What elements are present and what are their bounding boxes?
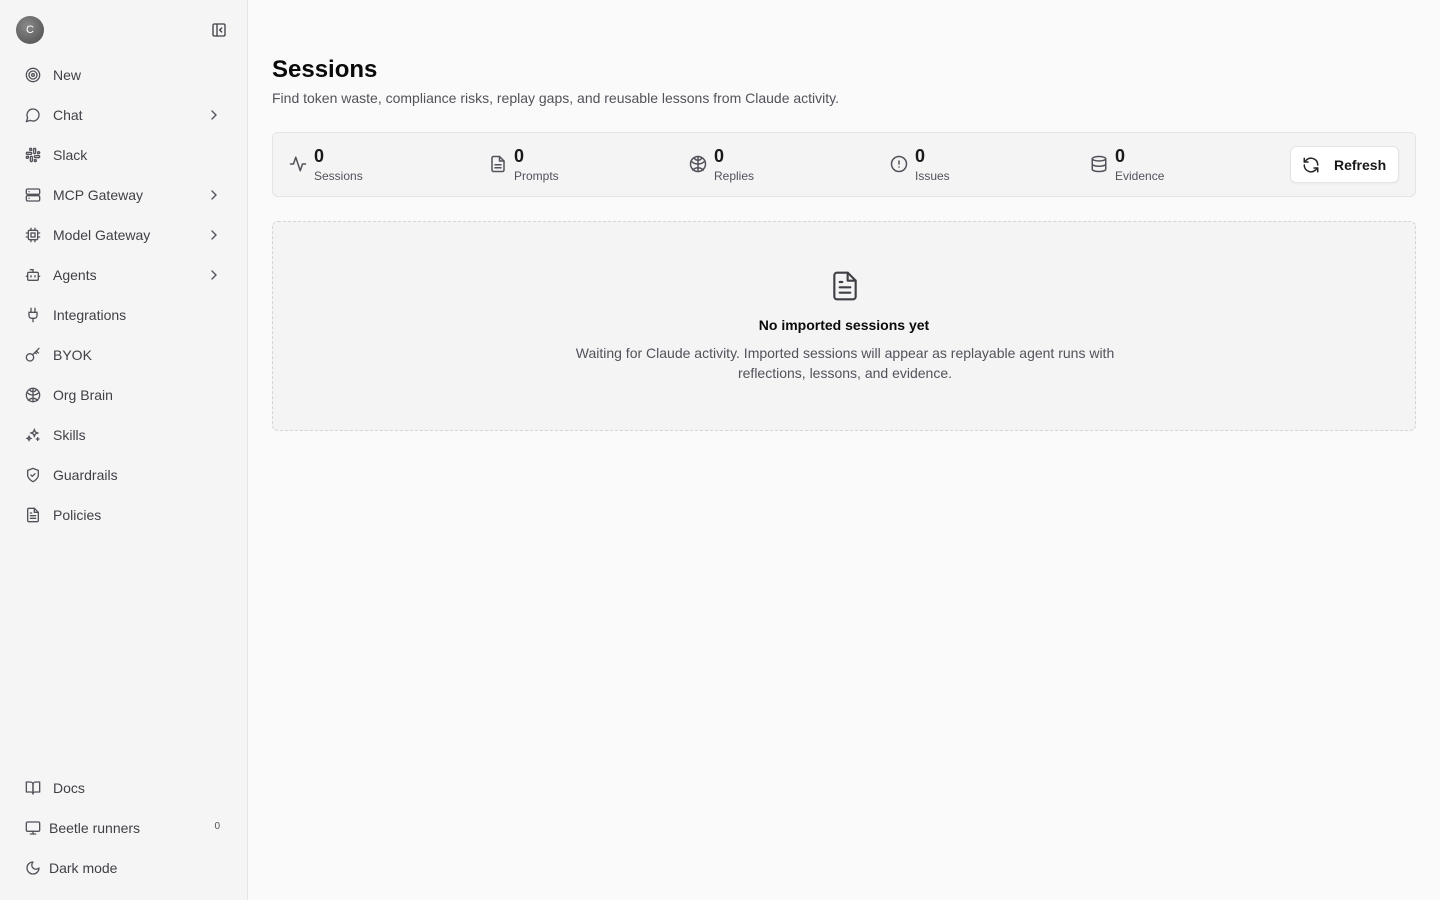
sidebar-item-label: Chat: [53, 107, 83, 123]
sidebar-item-label: Agents: [53, 267, 97, 283]
refresh-label: Refresh: [1334, 156, 1387, 173]
cpu-icon: [24, 226, 42, 244]
refresh-button[interactable]: Refresh: [1290, 146, 1399, 183]
sidebar-item-slack[interactable]: Slack: [8, 135, 240, 175]
stats-bar: 0 Sessions 0 Prompts 0 Replies 0 Issues …: [272, 132, 1416, 197]
empty-state: No imported sessions yet Waiting for Cla…: [272, 221, 1416, 431]
stat-value: 0: [514, 146, 525, 166]
brain-icon: [689, 155, 707, 173]
server-icon: [24, 186, 42, 204]
moon-icon: [24, 859, 42, 877]
chevron-right-icon: [211, 190, 217, 200]
panel-left-icon: [212, 23, 226, 37]
stat-label: Sessions: [314, 169, 363, 183]
stat-label: Replies: [714, 169, 755, 183]
chat-bubble-icon: [24, 106, 42, 124]
sidebar-item-byok[interactable]: BYOK: [8, 335, 240, 375]
shield-check-icon: [24, 466, 42, 484]
activity-icon: [289, 156, 307, 172]
stat-value: 0: [1115, 146, 1126, 166]
alert-circle-icon: [890, 155, 908, 173]
sidebar-item-label: Slack: [53, 147, 88, 163]
page-subtitle: Find token waste, compliance risks, repl…: [272, 90, 840, 106]
stat-label: Prompts: [514, 169, 559, 183]
sidebar-item-label: Docs: [53, 780, 85, 796]
sidebar-item-integrations[interactable]: Integrations: [8, 295, 240, 335]
sidebar-item-label: BYOK: [53, 347, 92, 363]
stat-label: Issues: [915, 169, 950, 183]
file-icon: [491, 155, 505, 173]
plug-icon: [24, 306, 42, 324]
sidebar-item-label: Guardrails: [53, 467, 118, 483]
page-title: Sessions: [272, 56, 378, 83]
sidebar: C New Chat Slack MCP Gateway Model Gatew…: [0, 0, 248, 900]
stat-value: 0: [714, 146, 725, 166]
sidebar-item-label: Org Brain: [53, 387, 113, 403]
sidebar-item-chat[interactable]: Chat: [8, 95, 240, 135]
sidebar-item-policies[interactable]: Policies: [8, 495, 240, 535]
target-icon: [24, 66, 42, 84]
sidebar-item-label: Dark mode: [49, 860, 118, 876]
refresh-icon: [1302, 156, 1320, 174]
brain-icon: [24, 386, 42, 404]
sidebar-item-mcp-gateway[interactable]: MCP Gateway: [8, 175, 240, 215]
key-icon: [24, 346, 42, 364]
sidebar-item-beetle-runners[interactable]: Beetle runners 0: [8, 808, 240, 848]
sidebar-item-skills[interactable]: Skills: [8, 415, 240, 455]
monitor-icon: [24, 819, 42, 837]
sidebar-item-guardrails[interactable]: Guardrails: [8, 455, 240, 495]
sidebar-item-model-gateway[interactable]: Model Gateway: [8, 215, 240, 255]
chevron-right-icon: [211, 110, 217, 120]
sidebar-item-label: MCP Gateway: [53, 187, 143, 203]
file-text-icon: [833, 271, 857, 301]
database-icon: [1091, 155, 1107, 173]
avatar[interactable]: C: [16, 16, 44, 44]
dark-mode-toggle[interactable]: Dark mode: [8, 848, 240, 888]
book-open-icon: [24, 779, 42, 797]
chevron-right-icon: [211, 270, 217, 280]
sidebar-item-label: Model Gateway: [53, 227, 151, 243]
sidebar-item-new[interactable]: New: [8, 55, 240, 95]
chevron-right-icon: [211, 230, 217, 240]
sidebar-item-label: Policies: [53, 507, 102, 523]
sidebar-nav: New Chat Slack MCP Gateway Model Gateway…: [8, 55, 240, 535]
slack-icon: [24, 146, 42, 164]
stat-value: 0: [314, 146, 325, 166]
file-text-icon: [24, 506, 42, 524]
runners-count-badge: 0: [214, 821, 220, 832]
sidebar-item-docs[interactable]: Docs: [8, 768, 240, 808]
sidebar-item-label: New: [53, 67, 82, 83]
sparkles-icon: [24, 426, 42, 444]
sidebar-item-org-brain[interactable]: Org Brain: [8, 375, 240, 415]
stat-label: Evidence: [1115, 169, 1165, 183]
sidebar-item-label: Beetle runners: [49, 820, 141, 836]
sidebar-item-label: Integrations: [53, 307, 127, 323]
bot-icon: [24, 266, 42, 284]
sidebar-toggle-button[interactable]: [208, 19, 230, 41]
sidebar-footer: Docs Beetle runners 0 Dark mode: [8, 768, 240, 888]
empty-state-description: Waiting for Claude activity. Imported se…: [575, 345, 1115, 381]
sidebar-item-agents[interactable]: Agents: [8, 255, 240, 295]
stat-value: 0: [915, 146, 926, 166]
empty-state-title: No imported sessions yet: [758, 317, 930, 333]
sidebar-item-label: Skills: [53, 427, 86, 443]
